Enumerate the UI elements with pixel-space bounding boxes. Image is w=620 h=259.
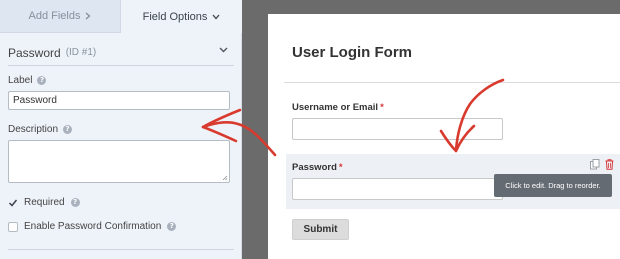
description-option-text: Description <box>8 124 59 135</box>
description-textarea[interactable] <box>8 140 230 183</box>
label-input[interactable]: Password <box>8 91 230 110</box>
form-title: User Login Form <box>292 44 413 61</box>
required-label: Required <box>24 197 65 208</box>
field-id: (ID #1) <box>65 47 97 58</box>
help-icon[interactable]: ? <box>63 125 73 134</box>
chevron-right-icon <box>86 12 91 20</box>
help-icon[interactable]: ? <box>37 76 47 85</box>
username-input[interactable] <box>292 118 503 140</box>
field-options-header[interactable]: Password (ID #1) <box>8 40 234 66</box>
duplicate-icon[interactable] <box>590 159 600 170</box>
tooltip: Click to edit. Drag to reorder. <box>494 174 612 197</box>
resize-grip-icon[interactable] <box>222 175 228 181</box>
username-label-text: Username or Email <box>292 102 379 113</box>
collapse-chevron-icon[interactable] <box>219 47 228 53</box>
submit-button[interactable]: Submit <box>292 219 349 240</box>
tab-add-fields-label: Add Fields <box>28 10 81 22</box>
required-marker: * <box>338 162 343 173</box>
password-confirmation-label: Enable Password Confirmation <box>24 221 162 232</box>
label-option-text: Label <box>8 75 33 86</box>
trash-icon[interactable] <box>605 159 614 170</box>
chevron-down-icon <box>212 14 220 19</box>
password-confirmation-option[interactable]: Enable Password Confirmation ? <box>8 221 177 232</box>
divider <box>8 249 234 250</box>
checkmark-icon <box>8 199 18 207</box>
required-option[interactable]: Required ? <box>8 197 80 208</box>
panel-tabs: Add Fields Field Options <box>0 0 242 33</box>
password-field-label: Password * <box>292 162 343 173</box>
help-icon[interactable]: ? <box>167 222 177 231</box>
field-name: Password <box>8 45 61 60</box>
tab-field-options[interactable]: Field Options <box>121 0 242 33</box>
form-preview: User Login Form Username or Email * Passw… <box>268 14 620 259</box>
tab-add-fields[interactable]: Add Fields <box>0 0 121 33</box>
tab-field-options-label: Field Options <box>142 10 208 23</box>
divider <box>284 82 620 83</box>
required-marker: * <box>380 102 384 113</box>
username-field-label: Username or Email * <box>292 102 384 113</box>
password-confirmation-checkbox[interactable] <box>8 221 18 232</box>
description-option-title: Description ? <box>8 124 73 135</box>
field-options-panel: Add Fields Field Options Password (ID #1… <box>0 0 242 259</box>
password-input[interactable] <box>292 178 503 200</box>
help-icon[interactable]: ? <box>70 198 80 207</box>
label-option-title: Label ? <box>8 75 47 86</box>
required-checkbox[interactable] <box>8 198 18 208</box>
password-label-text: Password <box>292 162 337 173</box>
